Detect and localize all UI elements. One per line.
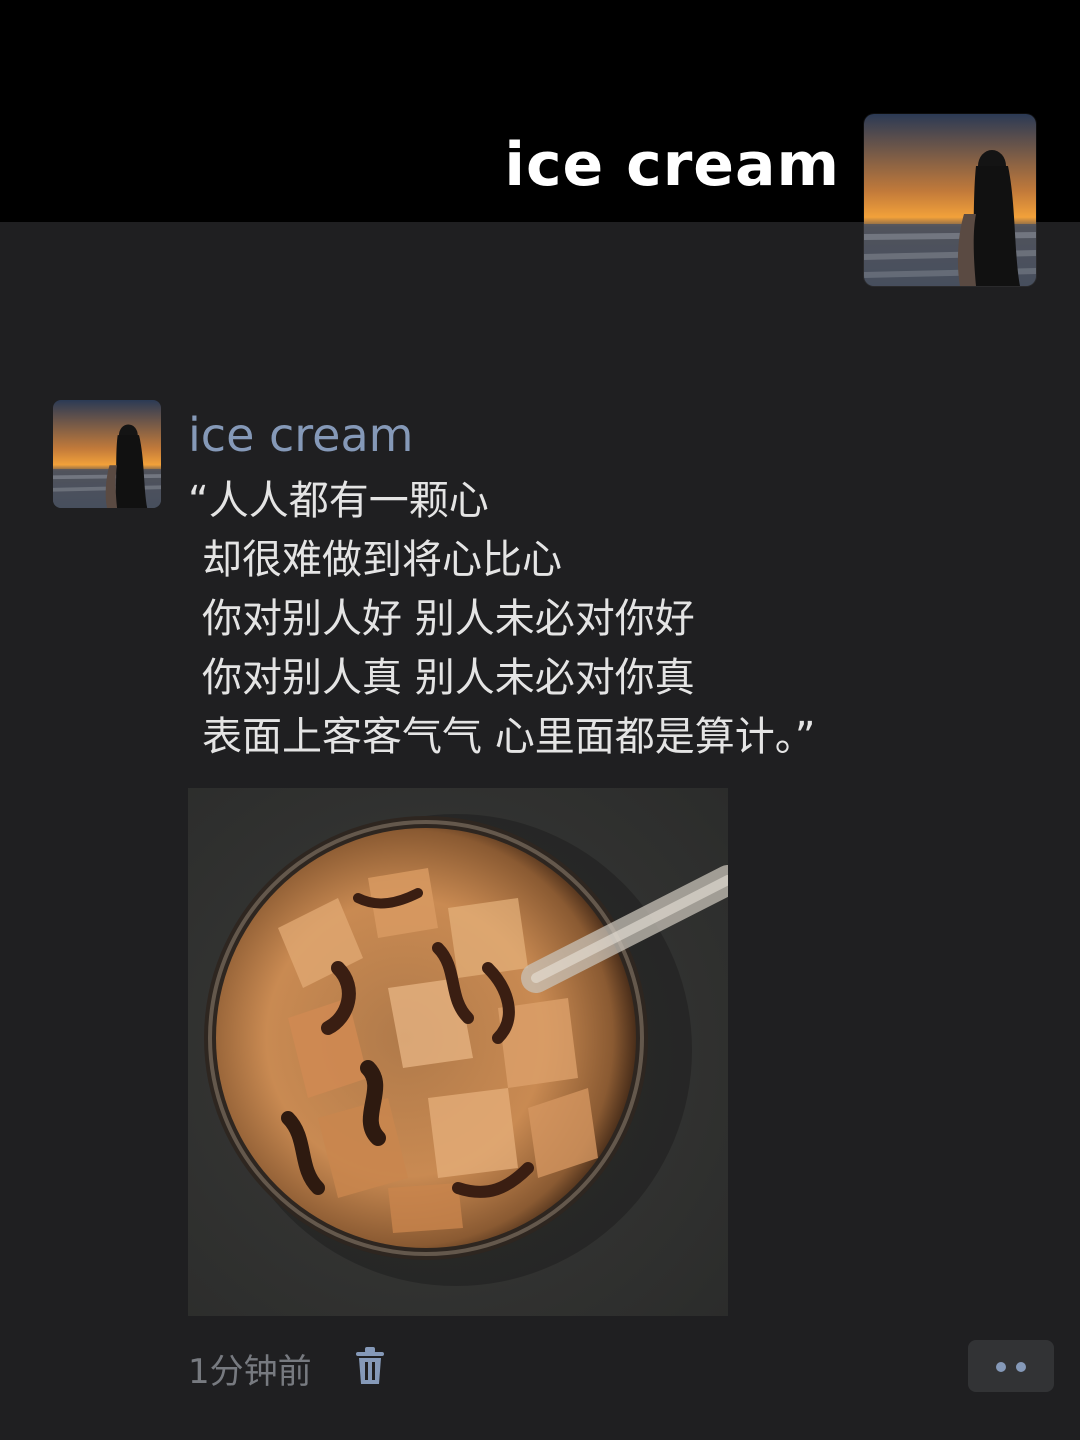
more-actions-button[interactable]	[968, 1340, 1054, 1392]
sunset-girl-avatar-icon	[864, 114, 1036, 286]
post-line: “人人都有一颗心	[188, 478, 489, 524]
profile-avatar[interactable]	[864, 114, 1036, 286]
post-author-avatar[interactable]	[53, 400, 161, 508]
post-line: 表面上客客气气 心里面都是算计。”	[202, 714, 816, 760]
trash-icon[interactable]	[354, 1346, 386, 1386]
post-line: 你对别人好 别人未必对你好	[202, 596, 695, 642]
dot-icon	[996, 1362, 1006, 1372]
iced-latte-photo-icon	[188, 788, 728, 1316]
post-footer: 1分钟前	[188, 1340, 1054, 1400]
profile-username: ice cream	[504, 130, 840, 200]
post-author-name[interactable]: ice cream	[188, 408, 414, 462]
sunset-girl-avatar-icon	[53, 400, 161, 508]
moments-page: ice cream ice cream “人人都有一颗心 却很难做到将心比心 你…	[0, 0, 1080, 1440]
post-body: “人人都有一颗心 却很难做到将心比心 你对别人好 别人未必对你好 你对别人真 别…	[188, 472, 1048, 767]
post-line: 却很难做到将心比心	[202, 537, 562, 583]
post-photo[interactable]	[188, 788, 728, 1316]
dot-icon	[1016, 1362, 1026, 1372]
post-line: 你对别人真 别人未必对你真	[202, 655, 695, 701]
post-timestamp: 1分钟前	[188, 1352, 312, 1392]
